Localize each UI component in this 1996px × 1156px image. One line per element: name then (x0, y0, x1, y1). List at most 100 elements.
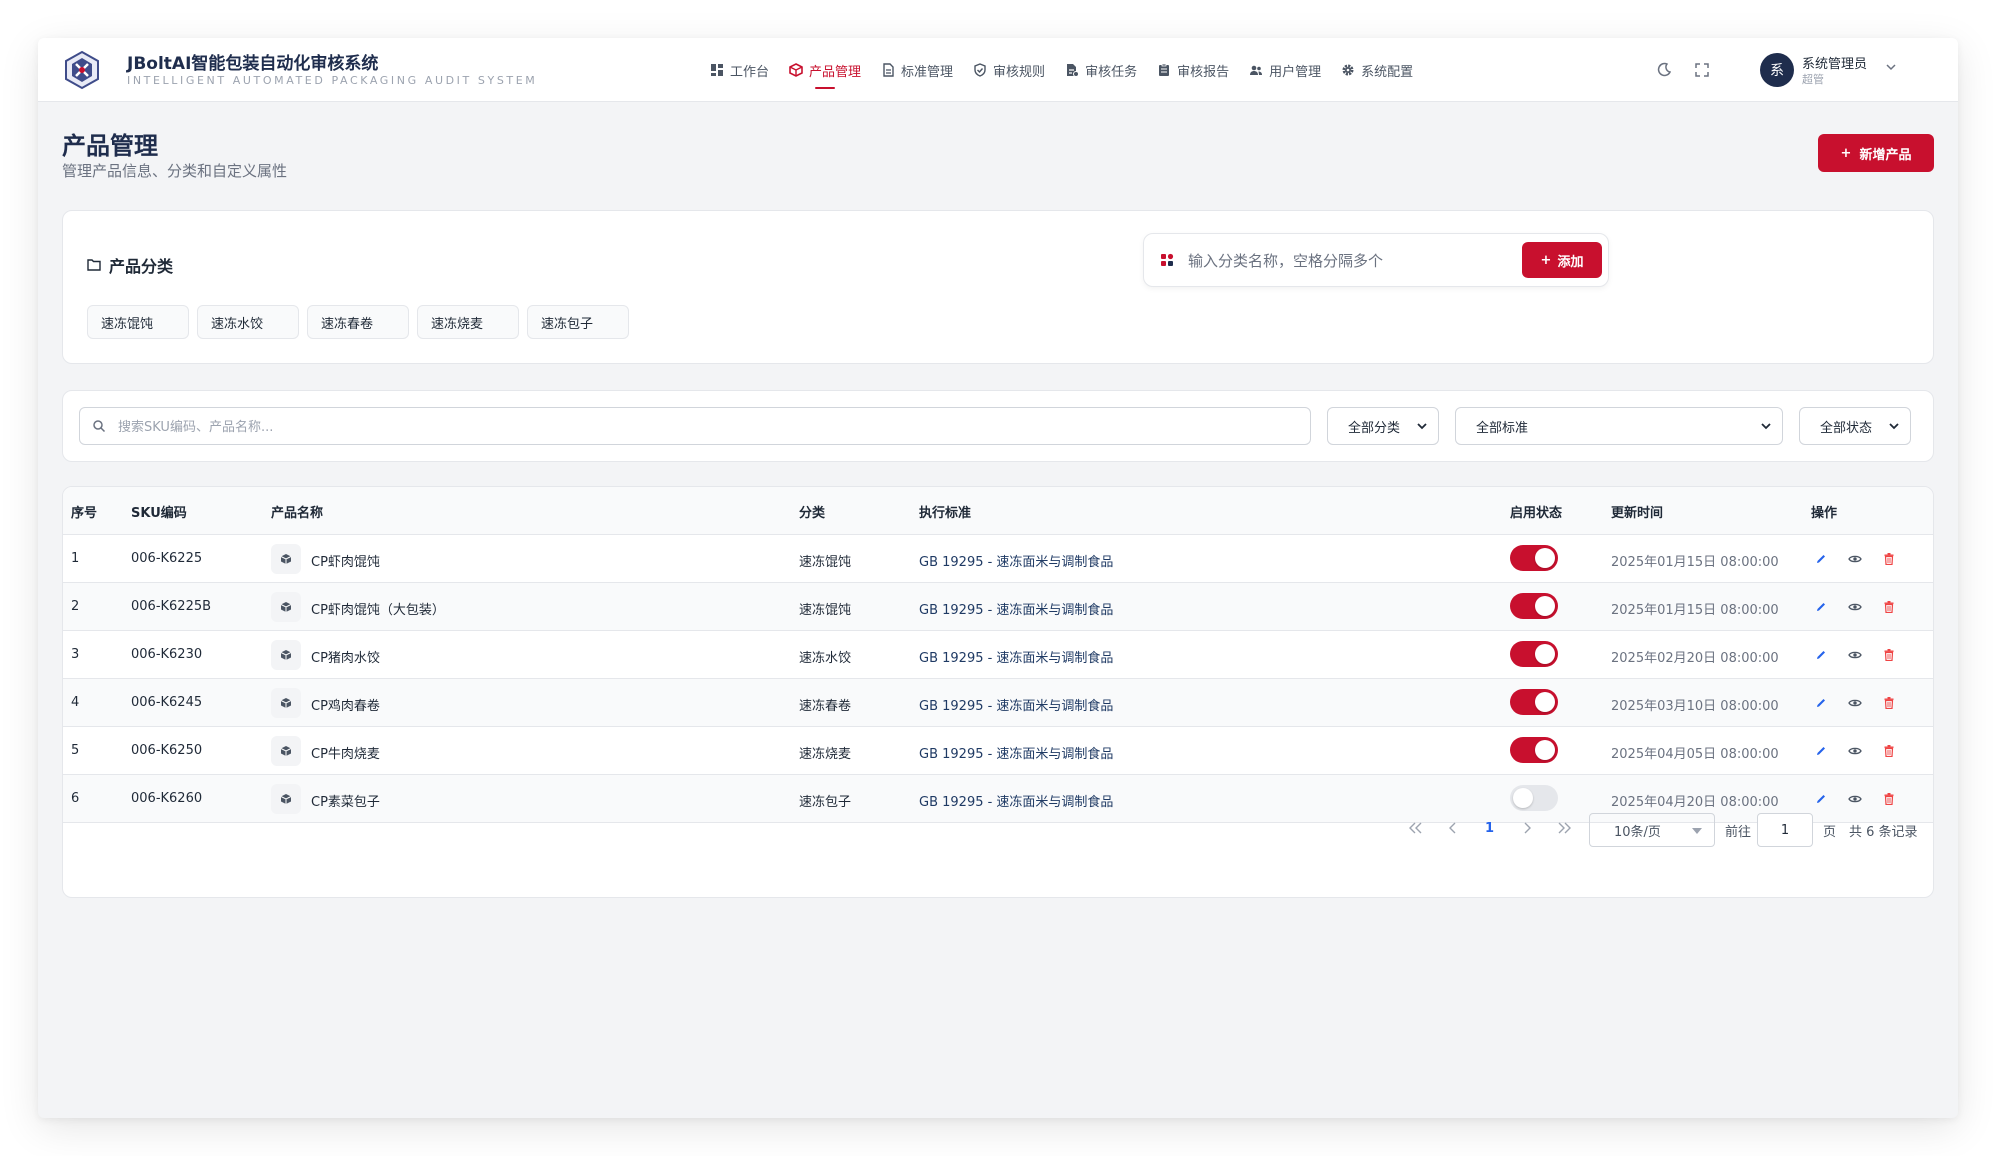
standard-filter-select[interactable]: 全部标准 (1455, 407, 1783, 445)
row-product-name[interactable]: CP鸡肉春卷 (311, 695, 380, 714)
goto-label: 前往 (1725, 825, 1752, 840)
folder-icon (87, 259, 101, 271)
category-tag[interactable]: 速冻馄饨 (87, 305, 189, 339)
row-updated-time: 2025年02月20日 08:00:00 (1611, 651, 1779, 666)
row-category: 速冻烧麦 (799, 747, 852, 762)
row-product-name[interactable]: CP猪肉水饺 (311, 647, 380, 666)
chevron-down-icon (1889, 423, 1899, 430)
delete-trash-icon[interactable] (1881, 695, 1897, 711)
plus-icon: + (1540, 252, 1552, 268)
nav-item-settings[interactable]: 系统配置 (1331, 38, 1423, 102)
page-number-current[interactable]: 1 (1485, 821, 1494, 836)
logo-icon (65, 50, 99, 90)
goto-page-input[interactable] (1757, 813, 1813, 847)
category-tag[interactable]: 速冻春卷 (307, 305, 409, 339)
row-product-name[interactable]: CP牛肉烧麦 (311, 743, 380, 762)
toggle-knob (1535, 740, 1555, 760)
delete-trash-icon[interactable] (1881, 551, 1897, 567)
avatar[interactable]: 系 (1760, 53, 1794, 87)
nav-item-rules[interactable]: 审核规则 (963, 38, 1055, 102)
gear-icon (1341, 63, 1355, 77)
edit-icon[interactable] (1813, 551, 1829, 567)
add-product-button[interactable]: + 新增产品 (1818, 134, 1934, 172)
column-header-standard: 执行标准 (919, 506, 972, 521)
column-header-status: 启用状态 (1510, 506, 1563, 521)
row-standard: GB 19295 - 速冻面米与调制食品 (919, 651, 1114, 666)
view-eye-icon[interactable] (1847, 647, 1863, 663)
view-eye-icon[interactable] (1847, 743, 1863, 759)
nav-label: 工作台 (730, 64, 770, 80)
brand-subtitle: INTELLIGENT AUTOMATED PACKAGING AUDIT SY… (127, 74, 538, 87)
package-icon (271, 544, 301, 574)
app-window: JBoltAI智能包装自动化审核系统 INTELLIGENT AUTOMATED… (38, 38, 1958, 1118)
nav-item-users[interactable]: 用户管理 (1239, 38, 1331, 102)
filter-card: 全部分类 全部标准 全部状态 (62, 390, 1934, 462)
row-product-name[interactable]: CP虾肉馄饨（大包装） (311, 599, 445, 618)
delete-trash-icon[interactable] (1881, 599, 1897, 615)
page-title: 产品管理 (62, 132, 158, 160)
nav-item-products[interactable]: 产品管理 (779, 38, 871, 102)
toggle-knob (1535, 644, 1555, 664)
status-toggle[interactable] (1510, 545, 1558, 571)
row-product-name[interactable]: CP虾肉馄饨 (311, 551, 380, 570)
nav-item-standards[interactable]: 标准管理 (871, 38, 963, 102)
status-toggle[interactable] (1510, 641, 1558, 667)
next-page-icon[interactable] (1521, 821, 1533, 835)
edit-icon[interactable] (1813, 599, 1829, 615)
plus-icon: + (1840, 145, 1852, 161)
prev-page-icon[interactable] (1447, 821, 1459, 835)
search-input[interactable] (118, 417, 1268, 437)
row-sku: 006-K6225 (131, 551, 203, 566)
cube-icon (789, 63, 803, 77)
add-category-box: + 添加 (1143, 233, 1609, 287)
document-icon (881, 63, 895, 77)
category-tag[interactable]: 速冻烧麦 (417, 305, 519, 339)
caret-down-icon (1692, 828, 1702, 834)
chevron-down-icon[interactable] (1884, 60, 1898, 74)
row-standard: GB 19295 - 速冻面米与调制食品 (919, 699, 1114, 714)
nav-item-reports[interactable]: 审核报告 (1147, 38, 1239, 102)
status-toggle[interactable] (1510, 689, 1558, 715)
status-filter-select[interactable]: 全部状态 (1799, 407, 1911, 445)
user-name[interactable]: 系统管理员 (1802, 53, 1867, 72)
edit-icon[interactable] (1813, 743, 1829, 759)
view-eye-icon[interactable] (1847, 551, 1863, 567)
row-sku: 006-K6245 (131, 695, 203, 710)
first-page-icon[interactable] (1407, 821, 1423, 835)
row-standard: GB 19295 - 速冻面米与调制食品 (919, 555, 1114, 570)
row-index: 5 (71, 743, 80, 758)
row-category: 速冻春卷 (799, 699, 852, 714)
row-sku: 006-K6230 (131, 647, 203, 662)
page-size-select[interactable]: 10条/页 (1589, 813, 1715, 847)
last-page-icon[interactable] (1557, 821, 1573, 835)
category-name-input[interactable] (1188, 248, 1508, 274)
nav-item-tasks[interactable]: 审核任务 (1055, 38, 1147, 102)
user-role: 超管 (1802, 73, 1824, 86)
edit-icon[interactable] (1813, 695, 1829, 711)
toggle-knob (1535, 596, 1555, 616)
delete-trash-icon[interactable] (1881, 647, 1897, 663)
nav-label: 审核规则 (993, 64, 1046, 80)
pagination: 1 10条/页 前往 页 共 6 条记录 (63, 797, 1933, 857)
column-header-name: 产品名称 (271, 506, 324, 521)
total-records: 共 6 条记录 (1849, 825, 1918, 840)
category-tag[interactable]: 速冻水饺 (197, 305, 299, 339)
row-index: 3 (71, 647, 80, 662)
row-category: 速冻馄饨 (799, 555, 852, 570)
edit-icon[interactable] (1813, 647, 1829, 663)
dashboard-icon (710, 63, 724, 77)
nav-item-dashboard[interactable]: 工作台 (700, 38, 779, 102)
view-eye-icon[interactable] (1847, 695, 1863, 711)
row-index: 2 (71, 599, 80, 614)
category-filter-select[interactable]: 全部分类 (1327, 407, 1439, 445)
add-category-button[interactable]: + 添加 (1522, 242, 1602, 278)
category-tag[interactable]: 速冻包子 (527, 305, 629, 339)
delete-trash-icon[interactable] (1881, 743, 1897, 759)
view-eye-icon[interactable] (1847, 599, 1863, 615)
status-toggle[interactable] (1510, 593, 1558, 619)
status-toggle[interactable] (1510, 737, 1558, 763)
category-tag-list: 速冻馄饨 速冻水饺 速冻春卷 速冻烧麦 速冻包子 (87, 305, 629, 339)
fullscreen-icon[interactable] (1692, 60, 1712, 80)
table-row: 3 006-K6230 CP猪肉水饺 速冻水饺 GB 19295 - 速冻面米与调制食品… (63, 631, 1933, 679)
theme-toggle-moon-icon[interactable] (1654, 60, 1674, 80)
